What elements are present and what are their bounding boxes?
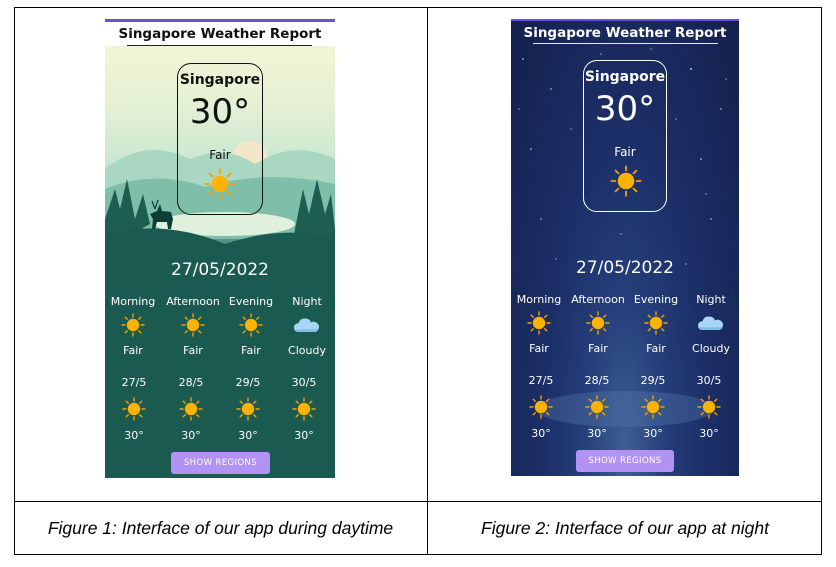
sun-icon	[529, 395, 553, 419]
current-temperature: 30°	[189, 92, 251, 132]
forecast-temp: 30°	[587, 427, 607, 440]
cloud-icon	[293, 315, 321, 335]
sun-icon	[697, 395, 721, 419]
city-name: Singapore	[584, 69, 666, 85]
title-underline	[533, 43, 718, 44]
period-condition: Fair	[123, 344, 143, 357]
sun-icon	[292, 397, 316, 421]
sun-icon	[644, 311, 668, 335]
forecast-days: 27/5 28/5 29/5 30/5	[511, 374, 739, 388]
forecast-day: 30/5	[291, 376, 317, 389]
sun-icon	[204, 168, 236, 200]
period-conditions: Fair Fair Fair Cloudy	[105, 344, 335, 358]
sun-icon	[586, 311, 610, 335]
period-condition: Fair	[646, 342, 666, 355]
forecast-temp: 30°	[294, 429, 314, 442]
current-condition: Fair	[614, 145, 636, 159]
cloud-icon	[697, 313, 725, 333]
forecast-temp: 30°	[643, 427, 663, 440]
current-date: 27/05/2022	[576, 258, 674, 278]
period-labels: Morning Afternoon Evening Night	[105, 295, 335, 309]
period-label: Afternoon	[166, 295, 220, 308]
period-label: Evening	[633, 293, 679, 306]
forecast-day: 29/5	[640, 374, 666, 387]
period-condition: Fair	[183, 344, 203, 357]
sun-icon	[585, 395, 609, 419]
sun-icon	[239, 313, 263, 337]
period-condition: Fair	[529, 342, 549, 355]
sun-icon	[181, 313, 205, 337]
forecast-day: 29/5	[235, 376, 261, 389]
period-label: Morning	[110, 295, 156, 308]
sun-icon	[121, 313, 145, 337]
forecast-day: 28/5	[584, 374, 610, 387]
forecast-day: 27/5	[121, 376, 147, 389]
sun-icon	[641, 395, 665, 419]
sun-icon	[610, 165, 642, 197]
period-condition: Cloudy	[288, 344, 326, 357]
period-label: Night	[696, 293, 726, 306]
show-regions-button[interactable]: SHOW REGIONS	[171, 452, 270, 474]
current-temperature: 30°	[594, 89, 656, 129]
forecast-day: 27/5	[528, 374, 554, 387]
current-weather-card[interactable]: Singapore 30° Fair	[583, 60, 667, 212]
forecast-temp: 30°	[124, 429, 144, 442]
sun-icon	[179, 397, 203, 421]
period-conditions: Fair Fair Fair Cloudy	[511, 342, 739, 356]
period-condition: Fair	[241, 344, 261, 357]
figure-1-caption: Figure 1: Interface of our app during da…	[47, 518, 394, 538]
forecast-temps: 30° 30° 30° 30°	[105, 429, 335, 443]
show-regions-button[interactable]: SHOW REGIONS	[576, 450, 674, 472]
sun-icon	[236, 397, 260, 421]
city-name: Singapore	[179, 72, 261, 88]
forecast-day: 30/5	[696, 374, 722, 387]
period-condition: Fair	[588, 342, 608, 355]
current-weather-card[interactable]: Singapore 30° Fair	[177, 63, 263, 215]
period-label: Afternoon	[571, 293, 625, 306]
period-label: Morning	[516, 293, 562, 306]
night-app-screenshot: Singapore Weather Report Singapore 30° F…	[511, 19, 739, 476]
period-label: Night	[292, 295, 322, 308]
current-condition: Fair	[209, 148, 231, 162]
app-title: Singapore Weather Report	[523, 25, 727, 41]
title-underline	[127, 45, 312, 46]
forecast-day: 28/5	[178, 376, 204, 389]
period-labels: Morning Afternoon Evening Night	[511, 293, 739, 307]
forecast-days: 27/5 28/5 29/5 30/5	[105, 376, 335, 390]
app-title: Singapore Weather Report	[105, 22, 335, 46]
forecast-temp: 30°	[531, 427, 551, 440]
sun-icon	[122, 397, 146, 421]
forecast-temp: 30°	[699, 427, 719, 440]
period-condition: Cloudy	[692, 342, 730, 355]
sun-icon	[527, 311, 551, 335]
forecast-temps: 30° 30° 30° 30°	[511, 427, 739, 441]
current-date: 27/05/2022	[171, 260, 269, 280]
forecast-temp: 30°	[181, 429, 201, 442]
day-app-screenshot: Singapore Weather Report Singapore 30° F…	[105, 19, 335, 478]
table-divider-vertical	[427, 7, 428, 555]
figure-2-caption: Figure 2: Interface of our app at night	[481, 518, 769, 538]
period-label: Evening	[228, 295, 274, 308]
forecast-temp: 30°	[238, 429, 258, 442]
